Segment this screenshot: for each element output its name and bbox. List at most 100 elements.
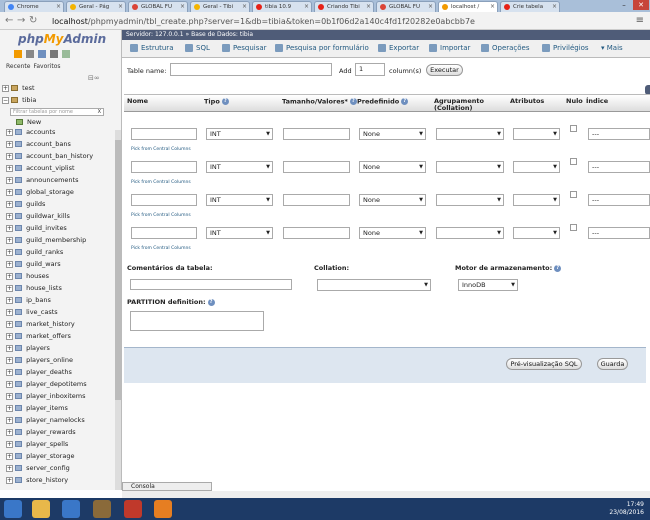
breadcrumb-db[interactable]: Base de Dados: tibia: [191, 31, 253, 38]
expand-icon[interactable]: +: [2, 84, 9, 92]
sidebar-table-item[interactable]: + player_inboxitems: [6, 390, 118, 402]
browser-tab[interactable]: Chrome ×: [4, 1, 64, 12]
close-tab-icon[interactable]: ×: [242, 2, 247, 12]
sidebar-table-item[interactable]: + player_depotitems: [6, 378, 118, 390]
close-tab-icon[interactable]: ×: [366, 2, 371, 12]
db-tibia[interactable]: − tibia: [2, 94, 114, 106]
expand-icon[interactable]: +: [6, 476, 13, 484]
expand-icon[interactable]: +: [6, 152, 13, 160]
sidebar-table-item[interactable]: + global_storage: [6, 186, 118, 198]
chrome-icon[interactable]: [62, 500, 80, 518]
column-length-input[interactable]: [283, 161, 350, 173]
column-collation-select[interactable]: ▼: [436, 161, 504, 173]
column-index-select[interactable]: ---: [588, 194, 650, 206]
expand-icon[interactable]: +: [6, 224, 13, 232]
column-null-checkbox[interactable]: [570, 125, 577, 132]
column-index-select[interactable]: ---: [588, 227, 650, 239]
sidebar-table-item[interactable]: + market_history: [6, 318, 118, 330]
url-field[interactable]: localhost/phpmyadmin/tbl_create.php?serv…: [42, 15, 630, 28]
column-length-input[interactable]: [283, 194, 350, 206]
column-length-input[interactable]: [283, 227, 350, 239]
column-attributes-select[interactable]: ▼: [513, 194, 560, 206]
recent-link[interactable]: Recente: [6, 63, 30, 70]
sidebar-table-item[interactable]: + houses: [6, 270, 118, 282]
browser-tab[interactable]: localhost / ×: [438, 1, 498, 12]
close-tab-icon[interactable]: ×: [56, 2, 61, 12]
forward-icon[interactable]: →: [17, 15, 25, 27]
expand-icon[interactable]: +: [6, 416, 13, 424]
column-name-input[interactable]: [131, 161, 197, 173]
table-filter-input[interactable]: Filtrar tabelas por nome X: [10, 108, 104, 116]
column-name-input[interactable]: [131, 227, 197, 239]
expand-icon[interactable]: +: [6, 188, 13, 196]
expand-icon[interactable]: +: [6, 200, 13, 208]
collapse-icon[interactable]: ⊟∞: [88, 74, 100, 82]
close-window-button[interactable]: ✕: [633, 0, 649, 10]
column-index-select[interactable]: ---: [588, 161, 650, 173]
expand-icon[interactable]: +: [6, 464, 13, 472]
app-icon[interactable]: [93, 500, 111, 518]
expand-icon[interactable]: +: [6, 308, 13, 316]
table-name-input[interactable]: [170, 63, 332, 76]
sidebar-table-item[interactable]: + market_offers: [6, 330, 118, 342]
game-icon[interactable]: [124, 500, 142, 518]
column-default-select[interactable]: None ▼: [359, 161, 426, 173]
browser-tab[interactable]: tibia 10.9 ×: [252, 1, 312, 12]
sidebar-table-item[interactable]: + player_deaths: [6, 366, 118, 378]
sidebar-table-item[interactable]: + account_bans: [6, 138, 118, 150]
sidebar-table-item[interactable]: + player_items: [6, 402, 118, 414]
sidebar-table-item[interactable]: + guilds: [6, 198, 118, 210]
column-attributes-select[interactable]: ▼: [513, 161, 560, 173]
xampp-icon[interactable]: [154, 500, 172, 518]
help-icon[interactable]: ?: [221, 98, 229, 105]
close-tab-icon[interactable]: ×: [304, 2, 309, 12]
engine-select[interactable]: InnoDB ▼: [458, 279, 518, 291]
expand-icon[interactable]: +: [6, 392, 13, 400]
column-collation-select[interactable]: ▼: [436, 128, 504, 140]
console-toggle[interactable]: Consola: [122, 482, 212, 491]
breadcrumb-server[interactable]: Servidor: 127.0.0.1: [126, 31, 184, 38]
sidebar-table-item[interactable]: + guild_invites: [6, 222, 118, 234]
column-default-select[interactable]: None ▼: [359, 194, 426, 206]
column-type-select[interactable]: INT ▼: [206, 161, 273, 173]
sidebar-table-item[interactable]: + accounts: [6, 126, 118, 138]
expand-icon[interactable]: +: [6, 164, 13, 172]
sidebar-table-item[interactable]: + player_rewards: [6, 426, 118, 438]
expand-icon[interactable]: +: [6, 320, 13, 328]
close-tab-icon[interactable]: ×: [490, 2, 495, 12]
expand-icon[interactable]: +: [6, 284, 13, 292]
column-attributes-select[interactable]: ▼: [513, 227, 560, 239]
browser-tab[interactable]: Geral - Pág ×: [66, 1, 126, 12]
tab-query[interactable]: Pesquisa por formulário: [275, 44, 369, 52]
expand-icon[interactable]: +: [6, 344, 13, 352]
pick-central-columns-link[interactable]: Pick from Central Columns: [131, 246, 191, 251]
expand-icon[interactable]: +: [6, 140, 13, 148]
docs-icon[interactable]: [38, 50, 46, 58]
execute-button[interactable]: Executar: [426, 64, 463, 76]
expand-icon[interactable]: +: [6, 128, 13, 136]
close-tab-icon[interactable]: ×: [552, 2, 557, 12]
sidebar-scroll-thumb[interactable]: [115, 140, 121, 400]
close-tab-icon[interactable]: ×: [180, 2, 185, 12]
expand-icon[interactable]: +: [6, 428, 13, 436]
expand-icon[interactable]: +: [6, 248, 13, 256]
sidebar-table-item[interactable]: + guild_membership: [6, 234, 118, 246]
column-type-select[interactable]: INT ▼: [206, 128, 273, 140]
expand-icon[interactable]: +: [6, 260, 13, 268]
expand-icon[interactable]: +: [6, 440, 13, 448]
sidebar-table-item[interactable]: + players_online: [6, 354, 118, 366]
sidebar-table-item[interactable]: + account_ban_history: [6, 150, 118, 162]
tab-structure[interactable]: Estrutura: [130, 44, 173, 52]
sidebar-table-item[interactable]: + account_viplist: [6, 162, 118, 174]
sidebar-table-item[interactable]: + player_spells: [6, 438, 118, 450]
sidebar-table-item[interactable]: + players: [6, 342, 118, 354]
help-icon[interactable]: ?: [554, 264, 562, 272]
sidebar-table-item[interactable]: + house_lists: [6, 282, 118, 294]
browser-tab[interactable]: Criando Tibi ×: [314, 1, 374, 12]
logout-icon[interactable]: [26, 50, 34, 58]
home-icon[interactable]: [14, 50, 22, 58]
partition-textarea[interactable]: [130, 311, 264, 331]
back-icon[interactable]: ←: [5, 15, 13, 27]
column-index-select[interactable]: ---: [588, 128, 650, 140]
clear-filter-icon[interactable]: X: [98, 109, 101, 116]
